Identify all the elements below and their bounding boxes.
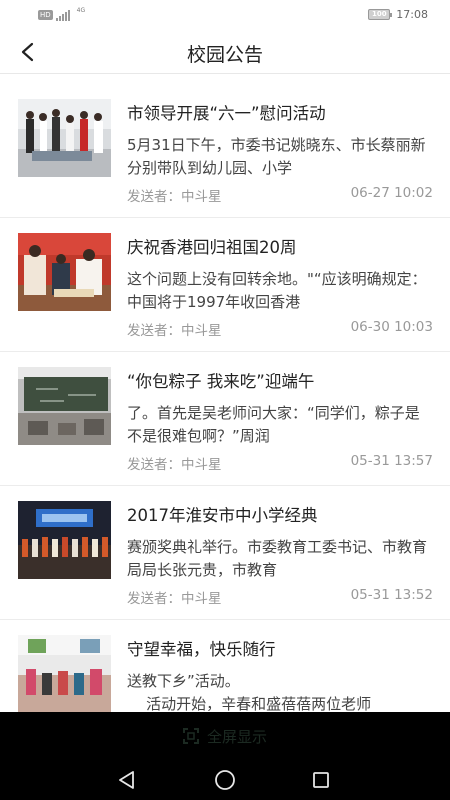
thumbnail-image xyxy=(18,99,111,177)
system-nav-bar xyxy=(0,760,450,800)
sender-label: 发送者：中斗星 xyxy=(127,591,222,607)
timestamp: 06-30 10:03 xyxy=(350,319,433,335)
triangle-back-icon xyxy=(119,771,134,789)
battery-icon: 100 xyxy=(368,9,393,20)
sender-label: 发送者：中斗星 xyxy=(127,323,222,339)
announcement-title: “你包粽子 我来吃”迎端午 xyxy=(127,372,315,391)
timestamp: 05-31 13:57 xyxy=(350,453,433,469)
announcement-title: 市领导开展“六一”慰问活动 xyxy=(127,104,326,123)
fullscreen-icon xyxy=(182,728,199,744)
thumbnail-image xyxy=(18,635,111,712)
sender-label: 发送者：中斗星 xyxy=(127,189,222,205)
status-left: HD 4G xyxy=(38,7,85,21)
timestamp: 05-31 13:52 xyxy=(350,587,433,603)
fullscreen-label: 全屏显示 xyxy=(206,727,267,746)
timestamp: 06-27 10:02 xyxy=(350,185,433,201)
announcement-summary: 这个问题上没有回转余地。"“应该明确规定：中国将于1997年收回香港 xyxy=(127,270,427,311)
hd-badge: HD xyxy=(38,10,53,20)
list-item[interactable]: 守望幸福，快乐随行 送教下乡”活动。 活动开始，辛春和盛蓓蓓两位老师 xyxy=(0,620,450,712)
network-type: 4G xyxy=(76,6,86,14)
sender-label: 发送者：中斗星 xyxy=(127,457,222,473)
announcement-summary: 5月31日下午，市委书记姚晓东、市长蔡丽新分别带队到幼儿园、小学 xyxy=(127,136,426,177)
clock: 17:08 xyxy=(396,8,428,21)
list-item[interactable]: 2017年淮安市中小学经典 赛颁奖典礼举行。市委教育工委书记、市教育局局长张元贵… xyxy=(0,486,450,620)
announcement-meta: 发送者：中斗星 05-31 13:52 xyxy=(127,587,433,607)
announcement-summary: 赛颁奖典礼举行。市委教育工委书记、市教育局局长张元贵，市教育 xyxy=(127,538,428,579)
nav-recents-button[interactable] xyxy=(310,769,332,791)
announcement-list[interactable]: 市领导开展“六一”慰问活动 5月31日下午，市委书记姚晓东、市长蔡丽新分别带队到… xyxy=(0,84,450,712)
thumbnail-image xyxy=(18,501,111,579)
status-bar: HD 4G 100 17:08 xyxy=(0,0,450,30)
app-header: 校园公告 xyxy=(0,30,450,74)
circle-home-icon xyxy=(215,770,235,790)
page-title: 校园公告 xyxy=(186,44,263,66)
announcement-meta: 发送者：中斗星 05-31 13:57 xyxy=(127,453,433,473)
nav-home-button[interactable] xyxy=(214,769,236,791)
list-item[interactable]: 庆祝香港回归祖国20周 这个问题上没有回转余地。"“应该明确规定：中国将于199… xyxy=(0,218,450,352)
thumbnail-image xyxy=(18,367,111,445)
list-item[interactable]: 市领导开展“六一”慰问活动 5月31日下午，市委书记姚晓东、市长蔡丽新分别带队到… xyxy=(0,84,450,218)
list-item[interactable]: “你包粽子 我来吃”迎端午 了。首先是吴老师问大家：“同学们，粽子是不是很难包啊… xyxy=(0,352,450,486)
nav-back-button[interactable] xyxy=(116,769,138,791)
announcement-meta: 发送者：中斗星 06-27 10:02 xyxy=(127,185,433,205)
signal-icon: 4G xyxy=(55,7,85,21)
announcement-title: 庆祝香港回归祖国20周 xyxy=(127,238,297,257)
announcement-summary: 了。首先是吴老师问大家：“同学们，粽子是不是很难包啊？”周润 xyxy=(127,404,420,445)
thumbnail-image xyxy=(18,233,111,311)
announcement-meta: 发送者：中斗星 06-30 10:03 xyxy=(127,319,433,339)
square-recents-icon xyxy=(313,772,329,788)
announcement-title: 2017年淮安市中小学经典 xyxy=(127,506,318,525)
announcement-summary: 送教下乡”活动。 活动开始，辛春和盛蓓蓓两位老师 xyxy=(127,672,372,712)
announcement-title: 守望幸福，快乐随行 xyxy=(127,640,276,659)
fullscreen-button[interactable]: 全屏显示 xyxy=(0,712,450,760)
status-right: 100 17:08 xyxy=(368,8,428,21)
